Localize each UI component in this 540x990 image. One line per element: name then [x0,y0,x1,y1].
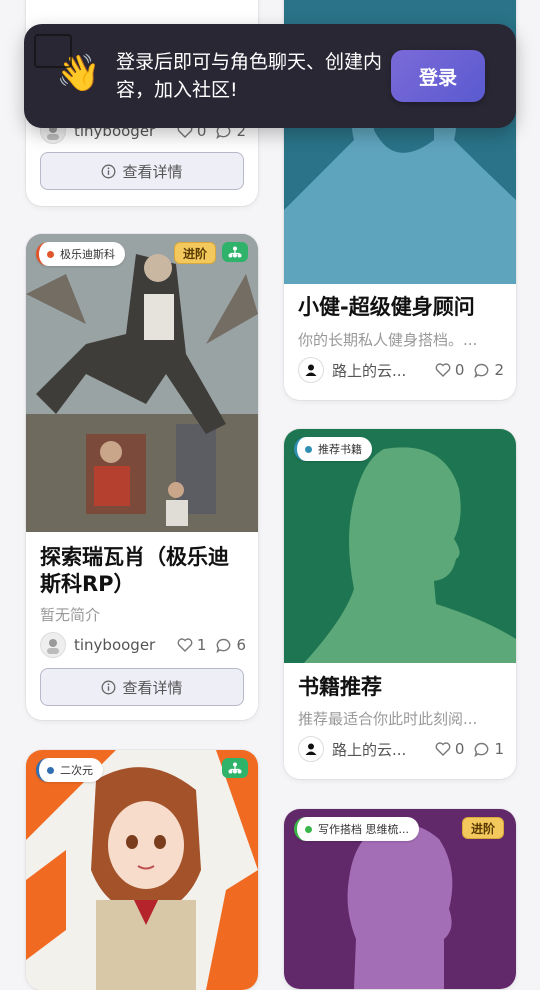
user-icon [305,364,317,376]
author-name: 路上的云... [332,740,407,759]
workflow-badge [222,758,248,778]
category-tag[interactable]: 二次元 [36,758,103,782]
comment-icon [474,742,489,757]
level-badge: 进阶 [174,242,217,264]
author-avatar [298,357,324,383]
card-cover-image [26,234,258,532]
heart-icon [435,742,451,756]
view-details-button[interactable]: 查看详情 [40,152,244,190]
category-tag[interactable]: 极乐迪斯科 [36,242,125,266]
character-card[interactable]: 二次元 [26,750,258,990]
comment-icon [216,638,231,653]
login-prompt-message: 登录后即可与角色聊天、创建内容，加入社区! [116,51,383,101]
card-title: 小健-超级健身顾问 [298,295,475,319]
comments-count[interactable]: 1 [474,740,504,758]
comments-count[interactable]: 6 [216,636,246,654]
author-avatar [40,632,66,658]
author-name: 路上的云... [332,361,407,380]
card-meta: 路上的云... 0 1 [298,736,504,762]
card-cover-image [26,750,258,990]
comments-count[interactable]: 2 [474,361,504,379]
workflow-badge [222,242,248,262]
character-card[interactable]: 极乐迪斯科 进阶 探索瑞瓦肖（极乐迪斯科RP） 暂无简介 tinybooger … [26,234,258,720]
card-description: 暂无简介 [40,606,101,624]
workflow-icon [228,762,242,774]
comment-icon [474,363,489,378]
heart-icon [177,638,193,652]
likes-count[interactable]: 1 [177,636,206,654]
info-icon [102,164,116,178]
category-tag[interactable]: 推荐书籍 [294,437,372,461]
character-card[interactable]: 写作搭档 思维梳... 进阶 [284,809,516,989]
likes-count[interactable]: 0 [435,361,464,379]
card-title: 书籍推荐 [298,675,382,699]
card-description: 你的长期私人健身搭档。... [298,331,478,349]
user-icon [305,743,317,755]
category-tag[interactable]: 写作搭档 思维梳... [294,817,419,841]
workflow-icon [228,246,242,258]
card-meta: tinybooger 1 6 [40,632,246,658]
author-avatar [298,736,324,762]
view-details-button[interactable]: 查看详情 [40,668,244,706]
card-cover-image [284,429,516,663]
character-card[interactable]: 推荐书籍 书籍推荐 推荐最适合你此时此刻阅... 路上的云... 0 1 [284,429,516,779]
card-meta: 路上的云... 0 2 [298,357,504,383]
heart-icon [435,363,451,377]
card-description: 推荐最适合你此时此刻阅... [298,710,478,728]
window-icon [34,34,72,68]
login-button[interactable]: 登录 [391,50,485,102]
info-icon [102,680,116,694]
author-name: tinybooger [74,636,156,654]
login-prompt-banner: 👋 登录后即可与角色聊天、创建内容，加入社区! 登录 [24,24,516,128]
card-title: 探索瑞瓦肖（极乐迪斯科RP） [40,545,229,596]
level-badge: 进阶 [462,817,505,839]
likes-count[interactable]: 0 [435,740,464,758]
